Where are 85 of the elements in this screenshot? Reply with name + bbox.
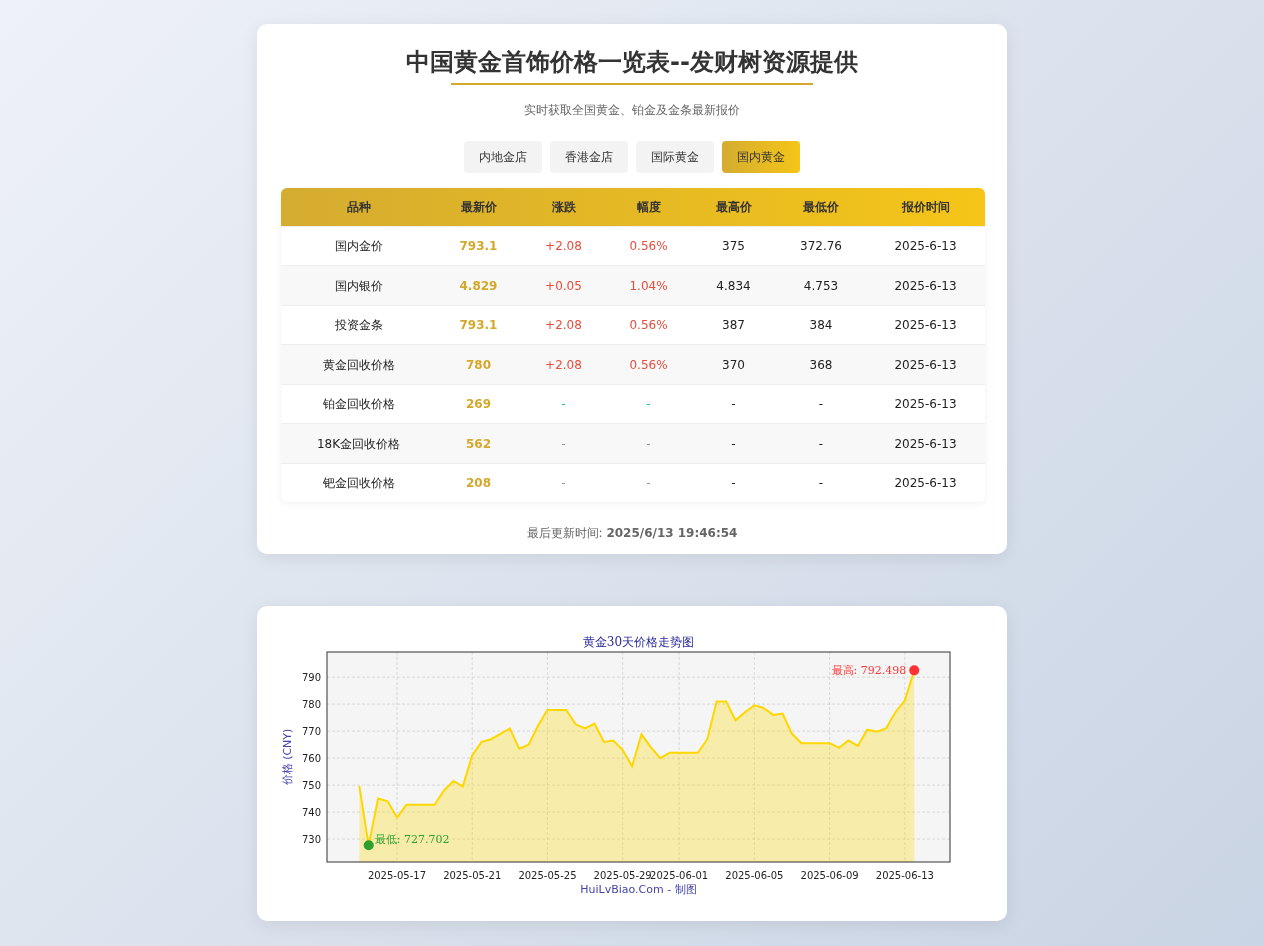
table-cell: 372.76	[800, 239, 842, 254]
column-header: 最低价	[803, 199, 839, 214]
page-subtitle: 实时获取全国黄金、铂金及金条最新报价	[524, 101, 740, 119]
tab-button[interactable]: 国际黄金	[636, 140, 714, 173]
table-cell: -	[818, 397, 824, 412]
table-cell: 2025-6-13	[894, 436, 957, 451]
table-cell: -	[561, 476, 566, 491]
table-cell: 2025-6-13	[894, 239, 957, 254]
table-cell: 4.834	[716, 278, 751, 293]
table-cell: 18K金回收价格	[316, 436, 401, 451]
tab-button[interactable]: 香港金店	[550, 140, 628, 173]
x-tick-label: 2025-06-09	[800, 870, 859, 881]
table-cell: 269	[465, 397, 492, 412]
x-tick-label: 2025-06-01	[650, 870, 709, 881]
column-header: 涨跌	[551, 199, 576, 214]
chart-title: 黄金30天价格走势图	[582, 635, 695, 649]
table-cell: -	[818, 476, 824, 491]
table-cell: 370	[722, 357, 745, 372]
table-cell: -	[731, 476, 736, 491]
table-cell: 384	[809, 318, 833, 333]
table-cell: +2.08	[545, 357, 582, 372]
table-cell: 1.04%	[629, 278, 668, 293]
table-cell: 国内金价	[334, 239, 383, 254]
table-cell: -	[646, 436, 651, 451]
table-cell: 4.829	[459, 278, 498, 293]
table-cell: -	[646, 397, 651, 412]
table-cell: 375	[722, 239, 745, 254]
table-cell: -	[731, 436, 736, 451]
annotation-label: 最低: 727.702	[374, 833, 450, 847]
table-cell: 2025-6-13	[894, 318, 957, 333]
table-cell: -	[731, 397, 736, 412]
table-cell: 黄金回收价格	[322, 357, 395, 372]
table-cell: -	[646, 476, 651, 491]
table-cell: +2.08	[545, 239, 582, 254]
table-cell: +0.05	[545, 278, 582, 293]
column-header: 最新价	[460, 199, 497, 214]
column-header: 品种	[346, 199, 371, 214]
marker-dot	[909, 665, 920, 676]
y-tick-label: 750	[301, 780, 321, 792]
table-cell: 2025-6-13	[894, 278, 957, 293]
chart-credit: HuiLvBiao.Com - 制图	[580, 883, 697, 896]
x-tick-label: 2025-05-17	[367, 870, 426, 881]
marker-dot	[363, 840, 374, 851]
annotation-label: 最高: 792.498	[831, 664, 907, 678]
y-tick-label: 770	[301, 726, 321, 738]
table-cell: -	[561, 397, 566, 412]
x-tick-label: 2025-05-25	[518, 870, 577, 881]
table-cell: 2025-6-13	[894, 357, 957, 372]
table-cell: -	[561, 436, 566, 451]
y-tick-label: 790	[301, 672, 321, 684]
x-tick-label: 2025-06-13	[875, 870, 934, 881]
table-cell: 793.1	[459, 239, 498, 254]
table-cell: 780	[465, 357, 492, 372]
x-tick-label: 2025-05-21	[443, 870, 502, 881]
table-cell: 钯金回收价格	[322, 476, 395, 491]
y-tick-label: 730	[301, 834, 321, 846]
column-header: 报价时间	[901, 199, 950, 214]
table-cell: 208	[465, 476, 492, 491]
x-tick-label: 2025-06-05	[725, 870, 784, 881]
y-axis-label: 价格 (CNY)	[281, 728, 294, 786]
table-cell: 2025-6-13	[894, 476, 957, 491]
table-cell: 铂金回收价格	[322, 397, 395, 412]
table-cell: 368	[809, 357, 833, 372]
y-tick-label: 760	[301, 753, 321, 765]
column-header: 幅度	[636, 199, 661, 214]
table-cell: 562	[465, 436, 492, 451]
table-cell: 0.56%	[629, 239, 668, 254]
table-cell: +2.08	[545, 318, 582, 333]
x-tick-label: 2025-05-29	[593, 870, 652, 881]
tab-button[interactable]: 国内黄金	[722, 140, 800, 173]
table-cell: 4.753	[803, 278, 839, 293]
table-cell: 793.1	[459, 318, 498, 333]
page-title: 中国黄金首饰价格一览表--发财树资源提供	[405, 48, 859, 77]
table-cell: 0.56%	[629, 357, 668, 372]
y-tick-label: 740	[301, 807, 321, 819]
table-cell: 387	[722, 318, 745, 333]
table-cell: -	[818, 436, 824, 451]
column-header: 最高价	[715, 199, 752, 214]
table-cell: 0.56%	[629, 318, 668, 333]
table-cell: 2025-6-13	[894, 397, 957, 412]
last-updated-text: 最后更新时间: 2025/6/13 19:46:54	[526, 526, 738, 541]
tab-button[interactable]: 内地金店	[464, 140, 542, 173]
table-cell: 投资金条	[334, 318, 383, 333]
table-cell: 国内银价	[334, 278, 383, 293]
y-tick-label: 780	[301, 699, 321, 711]
